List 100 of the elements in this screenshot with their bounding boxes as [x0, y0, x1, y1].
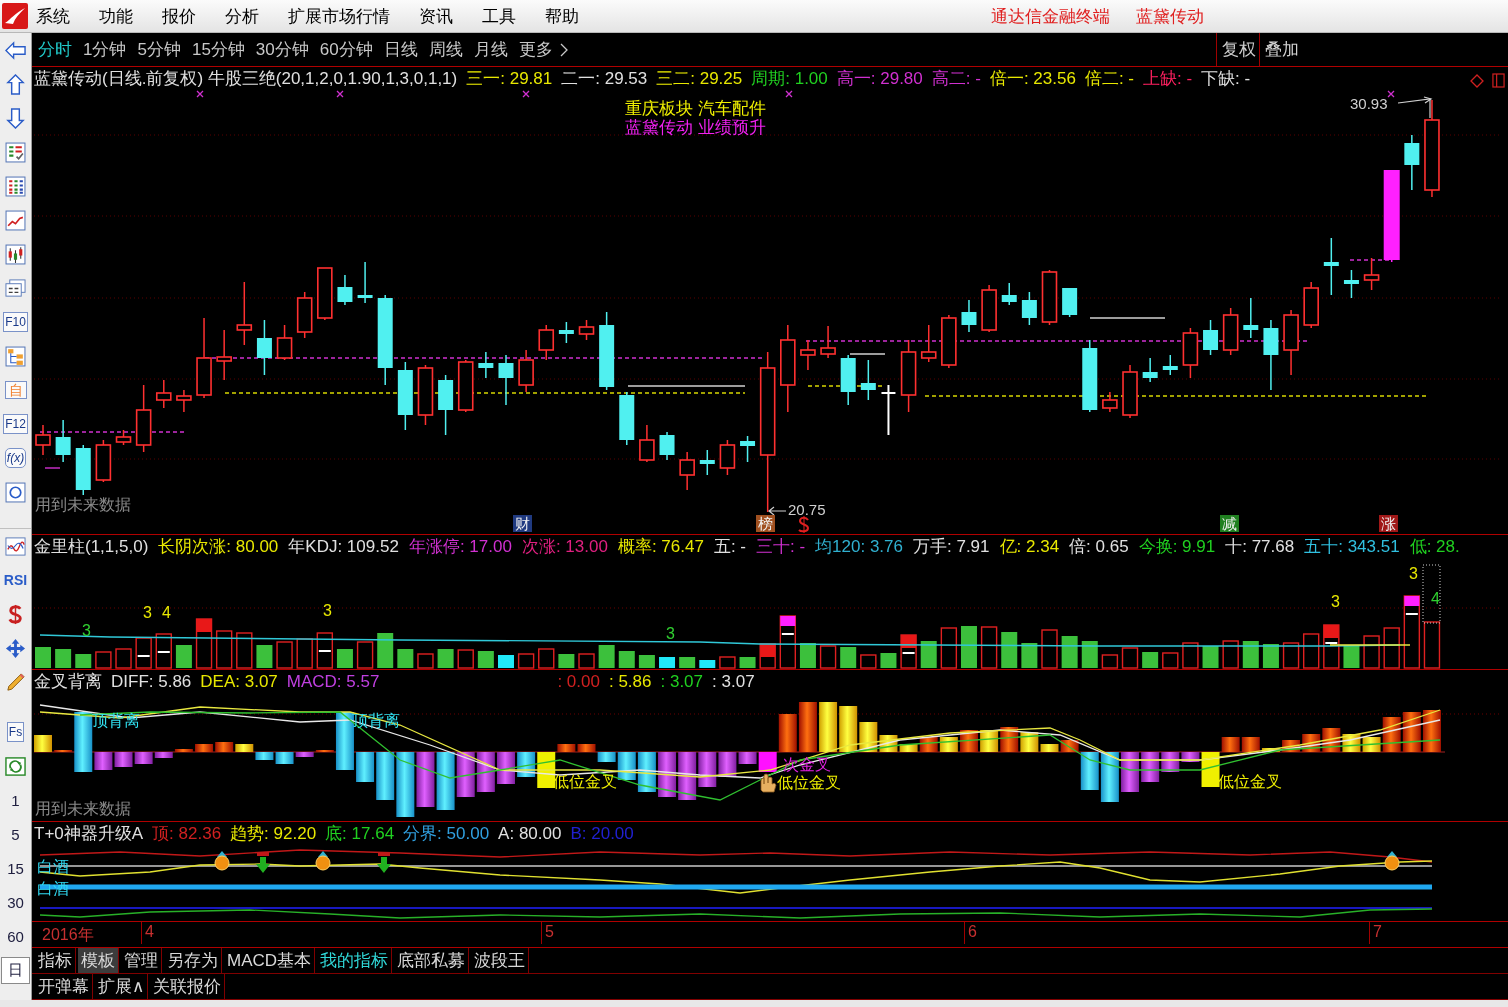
- indicator-reading: B: 20.00: [570, 824, 634, 844]
- solid-volume-bar: [659, 657, 676, 668]
- back-arrow-icon[interactable]: [5, 39, 26, 61]
- menu-item[interactable]: 工具: [482, 4, 516, 28]
- period-tab[interactable]: 1分钟: [83, 38, 127, 61]
- period-tab[interactable]: 分时: [38, 38, 72, 61]
- falling-candle: [438, 374, 454, 436]
- falling-candle: [1021, 291, 1037, 326]
- menu-item[interactable]: 扩展市场行情: [288, 4, 390, 28]
- checklist-icon[interactable]: [5, 141, 26, 163]
- signal-label: 低位金叉: [553, 773, 617, 790]
- menu-item[interactable]: 帮助: [545, 4, 579, 28]
- chart-option-button[interactable]: 叠加: [1259, 33, 1302, 66]
- toolbar-button[interactable]: F10: [3, 312, 28, 332]
- indicator-reading: 高二: -: [931, 69, 981, 89]
- diamond-icon[interactable]: [1470, 74, 1484, 88]
- toolbar-button[interactable]: Fs: [6, 722, 25, 742]
- bottom-tab[interactable]: 关联报价: [150, 974, 226, 999]
- period-tab[interactable]: 5分钟: [137, 38, 181, 61]
- indicator-reading: 次涨: 13.00: [521, 537, 608, 557]
- hollow-volume-bar: [95, 651, 112, 669]
- period-tab[interactable]: 周线: [428, 38, 463, 61]
- falling-candle: [1062, 287, 1078, 318]
- indicator-tab[interactable]: 管理: [121, 948, 162, 973]
- ring-icon[interactable]: [5, 481, 26, 503]
- line-label: 白酒: [37, 880, 69, 897]
- period-tab[interactable]: 日线: [383, 38, 418, 61]
- candlestick-icon[interactable]: [5, 243, 26, 265]
- menu-item[interactable]: 报价: [162, 4, 196, 28]
- stacked-windows-icon[interactable]: [5, 277, 26, 299]
- period-button[interactable]: 60: [3, 924, 28, 948]
- period-tab[interactable]: 更多: [518, 38, 553, 61]
- menu-item[interactable]: 系统: [36, 4, 70, 28]
- indicator-reading: MACD: 5.57: [286, 672, 380, 692]
- rising-candle: [1283, 309, 1299, 376]
- tree-diagram-icon[interactable]: [5, 345, 26, 367]
- menu-item[interactable]: 分析: [225, 4, 259, 28]
- event-tag[interactable]: 榜: [756, 515, 775, 532]
- hollow-volume-bar: [980, 626, 998, 669]
- hollow-volume-bar: [1121, 647, 1139, 669]
- negative-macd-bar: [698, 752, 717, 787]
- wave-chart-icon[interactable]: [5, 535, 26, 557]
- chevron-right-icon[interactable]: [559, 42, 568, 57]
- period-tab[interactable]: 15分钟: [191, 38, 245, 61]
- indicator-tab[interactable]: 我的指标: [317, 948, 393, 973]
- move-icon[interactable]: [5, 637, 26, 659]
- indicator-tab[interactable]: 波段王: [471, 948, 530, 973]
- period-button[interactable]: 30: [3, 890, 28, 914]
- rising-candle: [639, 424, 655, 463]
- pencil-icon[interactable]: [5, 671, 26, 693]
- positive-macd-bar: [174, 749, 193, 752]
- bottom-tab[interactable]: 扩展∧: [95, 974, 149, 999]
- doji-candle: [880, 384, 897, 436]
- hollow-volume-bar: [1041, 629, 1058, 669]
- event-tag[interactable]: 涨: [1379, 515, 1398, 532]
- rising-candle: [518, 349, 534, 393]
- period-button[interactable]: 日: [1, 956, 30, 984]
- period-button[interactable]: 1: [7, 788, 24, 812]
- indicator-tab[interactable]: 指标: [35, 948, 76, 973]
- down-arrow-icon[interactable]: [5, 107, 26, 129]
- solid-volume-bar: [1202, 646, 1219, 668]
- falling-candle: [1263, 319, 1279, 391]
- count-label: 3: [1409, 565, 1418, 582]
- table-icon[interactable]: [5, 175, 26, 197]
- toolbar-button[interactable]: f(x): [4, 448, 27, 468]
- solid-volume-bar: [739, 657, 756, 668]
- period-tab[interactable]: 30分钟: [255, 38, 309, 61]
- falling-candle: [357, 261, 373, 304]
- pointer-arrow: [768, 506, 787, 516]
- toolbar-button[interactable]: RSI: [2, 571, 29, 589]
- refresh-icon[interactable]: [5, 755, 26, 777]
- period-tab[interactable]: 月线: [473, 38, 508, 61]
- event-tag[interactable]: 财: [513, 515, 532, 532]
- app-title: 通达信金融终端: [991, 5, 1110, 28]
- falling-candle: [740, 435, 756, 463]
- menu-item[interactable]: 功能: [99, 4, 133, 28]
- period-button[interactable]: 5: [7, 822, 24, 846]
- toolbar-button[interactable]: F12: [3, 414, 28, 434]
- signal-label: 低位金叉: [1218, 773, 1282, 790]
- count-label: 4: [1431, 590, 1440, 607]
- period-button[interactable]: 15: [3, 856, 28, 880]
- indicator-tab[interactable]: 底部私募: [394, 948, 470, 973]
- menu-item[interactable]: 资讯: [419, 4, 453, 28]
- indicator-reading: 万手: 7.91: [913, 537, 990, 557]
- panel-toggle-icon[interactable]: [1492, 73, 1505, 88]
- period-tab[interactable]: 60分钟: [319, 38, 373, 61]
- solid-volume-bar: [799, 643, 816, 668]
- chart-option-button[interactable]: 复权: [1216, 33, 1259, 66]
- indicator-reading: 倍二: -: [1084, 69, 1134, 89]
- rising-candle: [820, 325, 836, 359]
- bottom-tab[interactable]: 开弹幕: [35, 974, 93, 999]
- indicator-tab[interactable]: 模板: [78, 948, 119, 973]
- line-chart-icon[interactable]: [5, 209, 26, 231]
- indicator-reading: 十: 77.68: [1225, 537, 1295, 557]
- event-tag[interactable]: 减: [1220, 515, 1239, 532]
- up-arrow-icon[interactable]: [5, 73, 26, 95]
- hollow-volume-bar: [195, 618, 213, 669]
- falling-candle: [1323, 237, 1339, 296]
- hollow-volume-bar: [1162, 652, 1179, 669]
- falling-candle: [337, 274, 353, 306]
